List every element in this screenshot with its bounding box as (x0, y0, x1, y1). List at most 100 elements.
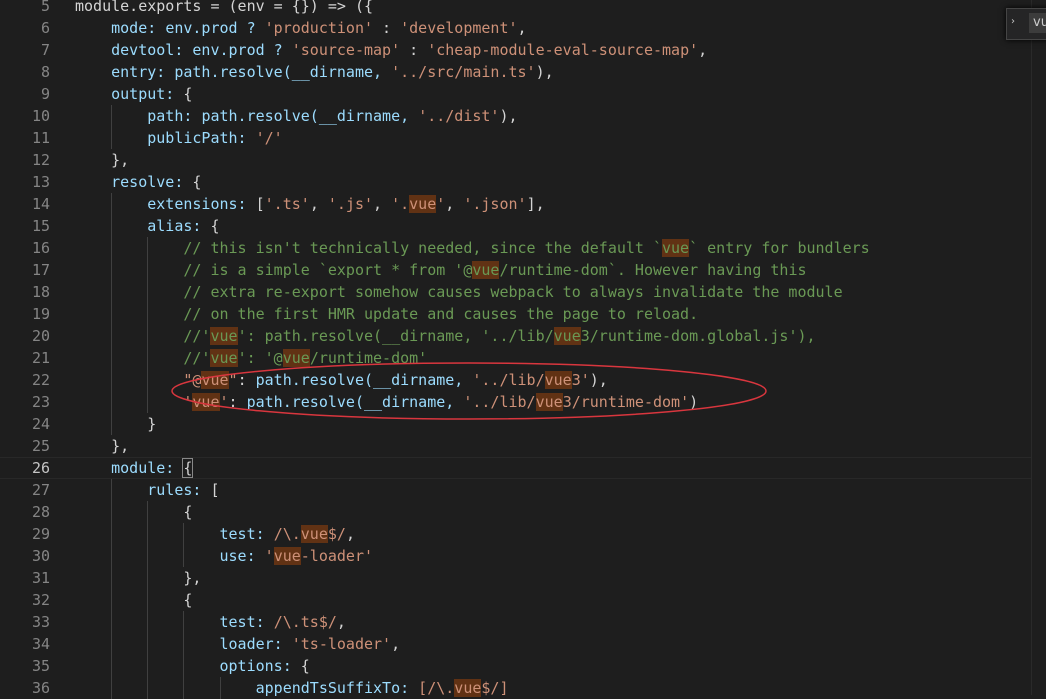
code-line[interactable]: 30 use: 'vue-loader' (0, 545, 1046, 567)
line-number: 10 (31, 107, 50, 125)
code-line[interactable]: 28 { (0, 501, 1046, 523)
code-token: , (445, 195, 464, 213)
line-number: 6 (40, 19, 50, 37)
find-widget[interactable]: › vue (1006, 8, 1046, 40)
code-token: ' (264, 547, 274, 565)
code-token: // extra re-export somehow causes webpac… (75, 283, 843, 301)
code-token: ` entry for bundlers (689, 239, 870, 257)
code-token: alias: (75, 217, 211, 235)
code-text: appendTsSuffixTo: [/\.vue$/] (75, 677, 508, 699)
code-line[interactable]: 10 path: path.resolve(__dirname, '../dis… (0, 105, 1046, 127)
code-line[interactable]: 34 loader: 'ts-loader', (0, 633, 1046, 655)
code-token: }, (75, 437, 130, 455)
code-line[interactable]: 6 mode: env.prod ? 'production' : 'devel… (0, 17, 1046, 39)
code-token: /\. (273, 525, 301, 543)
indent-guide (111, 193, 113, 215)
code-text: //'vue': '@vue/runtime-dom' (75, 347, 427, 369)
line-number: 17 (31, 261, 50, 279)
search-match: vue (201, 371, 229, 389)
code-token: appendTsSuffixTo: (75, 679, 419, 697)
code-token: " (228, 371, 238, 389)
vertical-scrollbar[interactable] (1031, 0, 1046, 695)
code-token: entry: (75, 63, 175, 81)
code-line[interactable]: 32 { (0, 589, 1046, 611)
code-line[interactable]: 31 }, (0, 567, 1046, 589)
line-number: 26 (31, 459, 50, 477)
code-line[interactable]: 33 test: /\.ts$/, (0, 611, 1046, 633)
code-token: //' (75, 327, 211, 345)
indent-guide (111, 127, 113, 149)
search-match: vue (210, 327, 238, 345)
code-line[interactable]: 14 extensions: ['.ts', '.js', '.vue', '.… (0, 193, 1046, 215)
indent-guide (183, 545, 185, 567)
line-number: 34 (31, 635, 50, 653)
code-editor[interactable]: 5 module.exports = (env = {}) => ({6 mode… (0, 0, 1046, 699)
code-line[interactable]: 26 module: { (0, 457, 1046, 479)
code-text: publicPath: '/' (75, 127, 282, 149)
line-number: 12 (31, 151, 50, 169)
code-line[interactable]: 5 module.exports = (env = {}) => ({ (0, 0, 1046, 17)
code-line[interactable]: 17 // is a simple `export * from '@vue/r… (0, 259, 1046, 281)
code-token: $/ (327, 525, 346, 543)
code-text: // this isn't technically needed, since … (75, 237, 870, 259)
code-line[interactable]: 21 //'vue': '@vue/runtime-dom' (0, 347, 1046, 369)
code-token: 'ts-loader' (291, 635, 392, 653)
line-number: 29 (31, 525, 50, 543)
code-text: mode: env.prod ? 'production' : 'develop… (75, 17, 526, 39)
code-line[interactable]: 29 test: /\.vue$/, (0, 523, 1046, 545)
indent-guide (147, 501, 149, 523)
indent-guide (111, 391, 113, 413)
code-line[interactable]: 12 }, (0, 149, 1046, 171)
code-text: loader: 'ts-loader', (75, 633, 400, 655)
code-line[interactable]: 18 // extra re-export somehow causes web… (0, 281, 1046, 303)
code-line[interactable]: 9 output: { (0, 83, 1046, 105)
find-input[interactable]: vue (1029, 13, 1046, 33)
code-token: ' (436, 195, 446, 213)
code-text: module.exports = (env = {}) => ({ (75, 0, 373, 17)
code-line[interactable]: 13 resolve: { (0, 171, 1046, 193)
indent-guide (183, 611, 185, 633)
code-line[interactable]: 15 alias: { (0, 215, 1046, 237)
indent-guide (111, 633, 113, 655)
code-line[interactable]: 20 //'vue': path.resolve(__dirname, '../… (0, 325, 1046, 347)
code-token: : (228, 393, 247, 411)
code-token: 3/runtime-dom.global.js'), (580, 327, 816, 345)
code-line[interactable]: 19 // on the first HMR update and causes… (0, 303, 1046, 325)
code-line[interactable]: 16 // this isn't technically needed, sin… (0, 237, 1046, 259)
code-line[interactable]: 22 "@vue": path.resolve(__dirname, '../l… (0, 369, 1046, 391)
code-text: path: path.resolve(__dirname, '../dist')… (75, 105, 517, 127)
indent-guide (147, 589, 149, 611)
indent-guide (147, 677, 149, 699)
line-number: 21 (31, 349, 50, 367)
code-line[interactable]: 36 appendTsSuffixTo: [/\.vue$/] (0, 677, 1046, 699)
indent-guide (183, 523, 185, 545)
code-line[interactable]: 7 devtool: env.prod ? 'source-map' : 'ch… (0, 39, 1046, 61)
indent-guide (147, 523, 149, 545)
indent-guide (147, 633, 149, 655)
indent-guide (147, 259, 149, 281)
code-line[interactable]: 8 entry: path.resolve(__dirname, '../src… (0, 61, 1046, 83)
code-text: test: /\.vue$/, (75, 523, 355, 545)
code-token: // is a simple `export * from '@ (75, 261, 473, 279)
code-token: 'source-map' (291, 41, 401, 59)
toggle-replace-icon[interactable]: › (1011, 16, 1015, 27)
code-token: 3' (571, 371, 590, 389)
code-token: //' (75, 349, 211, 367)
code-line[interactable]: 11 publicPath: '/' (0, 127, 1046, 149)
code-text: rules: [ (75, 479, 219, 501)
search-match: vue (544, 371, 572, 389)
line-number: 28 (31, 503, 50, 521)
code-line[interactable]: 24 } (0, 413, 1046, 435)
line-number: 11 (31, 129, 50, 147)
code-token: { (210, 217, 220, 235)
code-line[interactable]: 23 'vue': path.resolve(__dirname, '../li… (0, 391, 1046, 413)
line-number: 7 (40, 41, 50, 59)
code-token: options: (75, 657, 301, 675)
code-token: , (373, 195, 392, 213)
search-match: vue (192, 393, 220, 411)
code-token: path.resolve(__dirname, (201, 107, 419, 125)
code-line[interactable]: 35 options: { (0, 655, 1046, 677)
code-line[interactable]: 25 }, (0, 435, 1046, 457)
code-line[interactable]: 27 rules: [ (0, 479, 1046, 501)
code-token: '.json' (463, 195, 527, 213)
